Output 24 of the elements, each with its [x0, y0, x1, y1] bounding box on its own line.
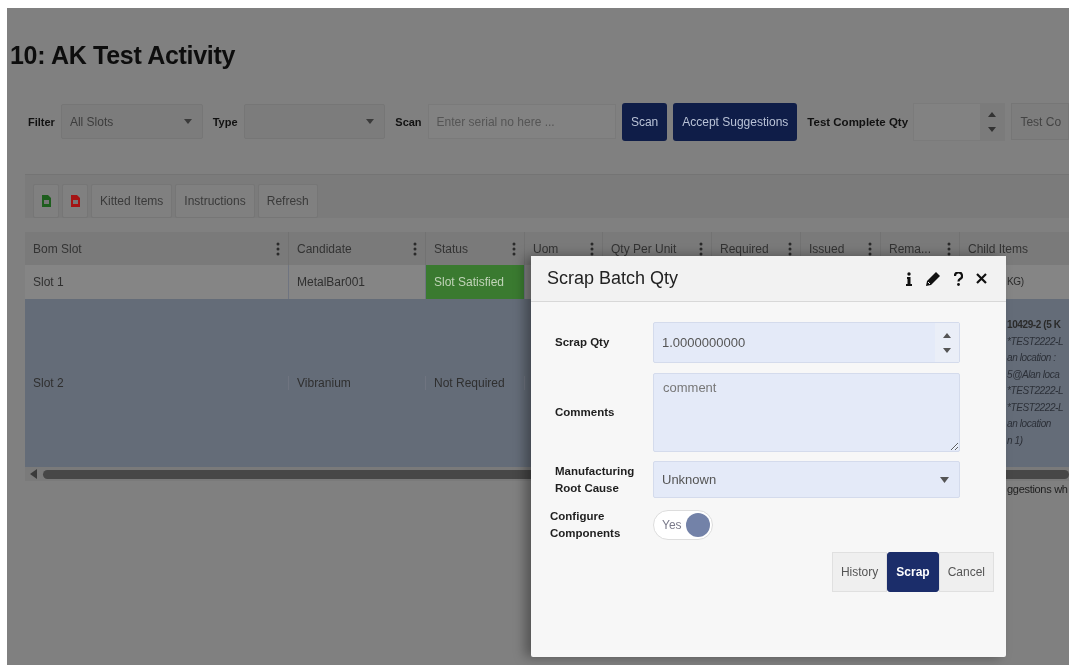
filter-label: Filter — [28, 115, 55, 128]
child-item-text: n 1) — [1007, 433, 1024, 448]
child-item-text: *TEST2222-L — [1007, 384, 1065, 398]
filter-label: Type — [212, 115, 238, 128]
field-label: Scrap Qty — [555, 335, 611, 350]
status-cell: Slot Satisfied — [426, 265, 525, 299]
child-item-text: an location : — [1007, 351, 1057, 365]
field-label: Manufacturing Root Cause — [555, 463, 636, 496]
child-item-text: 10429-2 (5 K — [1007, 318, 1062, 332]
child-item-text: 5@Alan loca — [1007, 367, 1061, 382]
dialog-title: Scrap Batch Qty — [547, 268, 679, 289]
field-label: Test Complete Qty — [807, 115, 909, 128]
table-cell: Slot 2 — [25, 376, 289, 390]
field-label: Comments — [555, 405, 616, 420]
page-title: 10: AK Test Activity — [9, 40, 237, 70]
field-label: Configure Components — [550, 509, 622, 541]
child-item-text: KG) — [1007, 274, 1025, 289]
note-text: ggestions wh — [1007, 483, 1068, 495]
filter-label: Scan — [395, 115, 422, 128]
child-item-text: *TEST2222-L — [1007, 400, 1065, 415]
child-item-text: an location — [1007, 417, 1052, 431]
table-cell: Vibranium — [289, 376, 426, 390]
child-item-text: *TEST2222-L — [1007, 334, 1065, 349]
status-cell: Not Required — [426, 376, 525, 390]
